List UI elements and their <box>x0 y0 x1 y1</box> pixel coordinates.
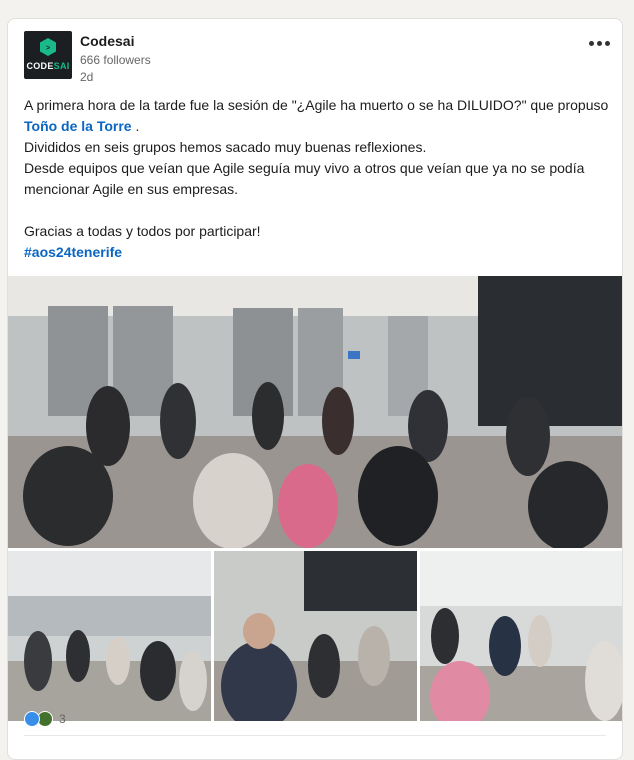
reaction-count: 3 <box>59 712 66 726</box>
like-icon <box>24 711 40 727</box>
divider <box>24 735 606 736</box>
follower-count: 666 followers <box>80 53 151 67</box>
mention-suffix: . <box>131 118 140 134</box>
more-options-icon[interactable] <box>584 31 614 55</box>
post-text: A primera hora de la tarde fue la sesión… <box>24 95 609 263</box>
photo-thumbnail-2[interactable] <box>214 551 417 721</box>
svg-text:>: > <box>46 45 50 52</box>
hashtag-link[interactable]: #aos24tenerife <box>24 244 122 260</box>
logo-hexagon-icon: > <box>40 38 56 56</box>
post-card: > CODESAI Codesai 666 followers 2d A pri… <box>7 18 623 760</box>
reactions-bar[interactable]: 3 <box>24 709 66 729</box>
text-line: Divididos en seis grupos hemos sacado mu… <box>24 139 427 155</box>
author-name[interactable]: Codesai <box>80 33 134 49</box>
text-line: Desde equipos que veían que Agile seguía… <box>24 160 585 197</box>
main-photo[interactable] <box>8 276 622 548</box>
mention-link[interactable]: Toño de la Torre <box>24 118 132 134</box>
photo-thumbnail-3[interactable] <box>420 551 622 721</box>
text-line: Gracias a todas y todos por participar! <box>24 223 261 239</box>
company-logo[interactable]: > CODESAI <box>24 31 72 79</box>
photo-thumbnail-1[interactable] <box>8 551 211 721</box>
text-line: A primera hora de la tarde fue la sesión… <box>24 97 609 113</box>
logo-wordmark: CODESAI <box>26 61 70 71</box>
post-timestamp: 2d <box>80 70 94 84</box>
post-header: > CODESAI Codesai 666 followers 2d <box>24 31 610 87</box>
